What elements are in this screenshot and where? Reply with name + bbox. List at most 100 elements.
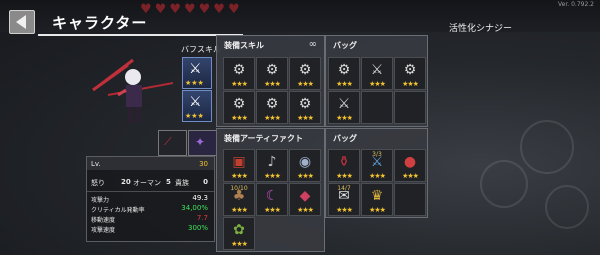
skill-slot[interactable]: ⚙ ★★★ (256, 57, 288, 90)
item-stars: ★★★ (402, 172, 419, 180)
buff-slot[interactable]: ⚔ ★★★ (182, 57, 212, 89)
vase-icon: ⚱ (338, 154, 350, 170)
artifact-slot[interactable]: 10/10 ♣ ★★★ (223, 183, 255, 216)
scythe-icon: ⟋ (164, 135, 172, 148)
bag-slot[interactable]: ⚔ ★★★ (328, 91, 360, 124)
bag-slot[interactable]: 3/3 ⚔ ★★★ (361, 149, 393, 182)
bag-slot[interactable]: ⚙ ★★★ (328, 57, 360, 90)
item-stars: ★★★ (369, 206, 386, 214)
joystick-ring (480, 160, 528, 208)
item-stars: ★★★ (369, 80, 386, 88)
item-stars: ★★★ (336, 114, 353, 122)
back-button[interactable] (9, 10, 35, 34)
stat-value: 7.7 (196, 214, 208, 222)
level-bar (87, 157, 214, 170)
bag-slot[interactable]: 14/7 ✉ ★★★ (328, 183, 360, 216)
sword-icon: ⚔ (189, 61, 202, 77)
gold-icon: ♛ (370, 188, 384, 204)
chest-icon: ▣ (232, 154, 246, 170)
egg-icon: ● (403, 154, 417, 170)
panel-title: バッグ (333, 41, 357, 50)
skill-slot[interactable]: ⚙ ★★★ (223, 91, 255, 124)
artifact-slot[interactable]: ☾ ★★★ (256, 183, 288, 216)
hearts-row: ♥ ♥ ♥ ♥ ♥ ♥ ♥ (140, 3, 240, 16)
auman-value: 5 (166, 178, 171, 186)
heart-icon: ♥ (213, 2, 225, 17)
panel-title: 装備アーティファクト (224, 134, 304, 143)
gear-sword-icon: ⚙ (232, 96, 246, 112)
heart-icon: ♥ (154, 2, 167, 17)
skill-slot[interactable]: ⚙ ★★★ (223, 57, 255, 90)
artifact-slot[interactable]: ♪ ★★★ (256, 149, 288, 182)
skill-stars: ★★★ (231, 114, 248, 122)
claw-icon: ☾ (265, 188, 279, 204)
stat-value: 34,00% (181, 204, 208, 212)
gem-icon: ◆ (299, 188, 311, 204)
skill-slot[interactable]: ⚙ ★★★ (289, 57, 321, 90)
bag-slot-empty[interactable] (394, 91, 426, 124)
microphone-icon: ♪ (267, 154, 277, 170)
bag-slot[interactable]: ⚱ ★★★ (328, 149, 360, 182)
stat-label: クリティカル発動率 (91, 207, 145, 214)
heart-icon: ♥ (169, 2, 181, 17)
artifact-slot[interactable]: ▣ ★★★ (223, 149, 255, 182)
weapon-slot[interactable]: ⟋ (158, 130, 187, 156)
pot-icon: ♣ (232, 188, 246, 204)
artifact-stars: ★★★ (297, 172, 314, 180)
divider (87, 191, 214, 192)
buff-slot[interactable]: ⚔ ★★★ (182, 90, 212, 122)
item-stars: ★★★ (336, 206, 353, 214)
gear-sword-icon: ⚙ (337, 62, 351, 78)
artifact-stars: ★★★ (231, 172, 248, 180)
letter-icon: ✉ (338, 188, 350, 204)
anger-label: 怒り (91, 179, 105, 187)
stat-label: 攻撃速度 (91, 227, 116, 234)
version-label: Ver. 0.792.2 (558, 1, 594, 8)
bag-slot-empty[interactable] (361, 91, 393, 124)
skill-slot[interactable]: ⚙ ★★★ (289, 91, 321, 124)
artifact-stars: ★★★ (231, 206, 248, 214)
stat-label: 攻撃力 (91, 197, 110, 204)
buff-skill-label: バフスキル (181, 45, 221, 54)
artifact-slot[interactable]: ◆ ★★★ (289, 183, 321, 216)
active-synergy-button[interactable]: 活性化シナジー (449, 21, 512, 34)
skill-stars: ★★★ (264, 80, 281, 88)
buff-stars: ★★★ (185, 79, 204, 87)
stats-panel: Lv. 30 怒り 20 オーマン 5 貴族 0 攻撃力 49.3 クリティカル… (86, 156, 215, 242)
auman-label: オーマン (133, 179, 161, 187)
link-icon[interactable]: ∞ (309, 39, 317, 50)
stat-value: 300% (187, 224, 208, 232)
bag-slot[interactable]: ♛ ★★★ (361, 183, 393, 216)
frog-icon: ✿ (233, 222, 245, 238)
bag-slot[interactable]: ⚙ ★★★ (394, 57, 426, 90)
bag-slot[interactable]: ● ★★★ (394, 149, 426, 182)
stat-value: 49.3 (192, 194, 208, 202)
pet-slot[interactable]: ✦ (188, 130, 217, 156)
joystick-ring (520, 120, 574, 174)
gear-sword-icon: ⚙ (232, 62, 246, 78)
artifact-stars: ★★★ (231, 240, 248, 248)
anger-value: 20 (121, 178, 131, 186)
sword-icon: ⚔ (337, 96, 351, 112)
skill-stars: ★★★ (297, 114, 314, 122)
title-underline (38, 34, 243, 36)
artifact-slot[interactable]: ◉ ★★★ (289, 149, 321, 182)
sword-icon: ⚔ (189, 94, 202, 110)
artifact-bag-panel: バッグ ⚱ ★★★ 3/3 ⚔ ★★★ ● ★★★ 14/7 ✉ ★★★ ♛ ★… (325, 128, 428, 218)
artifact-slot[interactable]: ✿ ★★★ (223, 217, 255, 250)
heart-icon: ♥ (227, 2, 240, 17)
panel-title: 装備スキル (224, 41, 264, 50)
skill-stars: ★★★ (264, 114, 281, 122)
bag-slot[interactable]: ⚔ ★★★ (361, 57, 393, 90)
creature-icon: ✦ (195, 135, 206, 149)
noble-value: 0 (203, 178, 208, 186)
bag-slot-empty[interactable] (394, 183, 426, 216)
skill-stars: ★★★ (297, 80, 314, 88)
gear-sword-icon: ⚙ (298, 96, 312, 112)
level-label: Lv. (91, 160, 101, 168)
gear-sword-icon: ⚙ (403, 62, 417, 78)
skill-slot[interactable]: ⚙ ★★★ (256, 91, 288, 124)
joystick-ring (545, 185, 589, 229)
artifact-stars: ★★★ (264, 172, 281, 180)
crossed-swords-icon: ⚔ (370, 62, 384, 78)
